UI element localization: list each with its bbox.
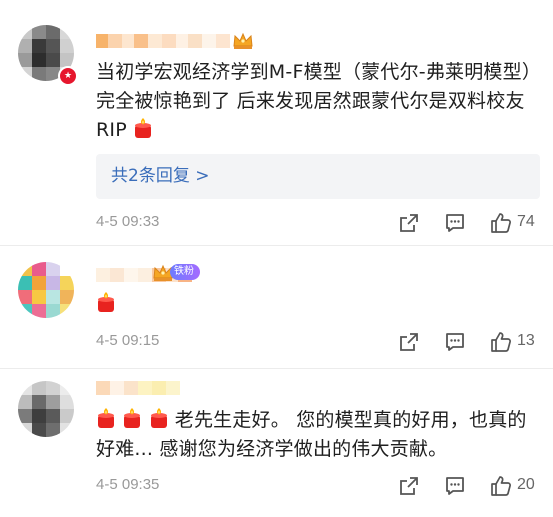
- candle-emoji-icon: [96, 407, 116, 429]
- comment-item: 铁粉 4-5 09:15 13: [0, 246, 553, 368]
- comment-text: [96, 290, 541, 319]
- timestamp: 4-5 09:33: [96, 213, 160, 230]
- like-count: 74: [517, 213, 535, 230]
- share-icon[interactable]: [398, 212, 420, 234]
- like-icon[interactable]: [490, 212, 512, 234]
- timestamp: 4-5 09:15: [96, 332, 160, 349]
- share-icon[interactable]: [398, 475, 420, 497]
- username[interactable]: [96, 381, 180, 395]
- avatar[interactable]: [18, 381, 74, 437]
- like-icon[interactable]: [490, 475, 512, 497]
- avatar[interactable]: [18, 262, 74, 318]
- candle-emoji-icon: [133, 117, 153, 139]
- view-replies-link[interactable]: 共2条回复 >: [96, 154, 540, 199]
- comment-icon[interactable]: [444, 475, 466, 497]
- comment-text: 老先生走好。 您的模型真的好用，也真的好难... 感谢您为经济学做出的伟大贡献。: [96, 407, 527, 460]
- like-icon[interactable]: [490, 331, 512, 353]
- share-icon[interactable]: [398, 331, 420, 353]
- comment-icon[interactable]: [444, 331, 466, 353]
- crown-icon: [232, 31, 254, 51]
- comment-icon[interactable]: [444, 212, 466, 234]
- comment-item: ★ 当初学宏观经济学到M-F模型（蒙代尔-弗莱明模型）完全被惊艳到了 后来发现居…: [0, 0, 553, 245]
- comment-text: 当初学宏观经济学到M-F模型（蒙代尔-弗莱明模型）完全被惊艳到了 后来发现居然跟…: [96, 61, 532, 141]
- username[interactable]: [96, 34, 230, 48]
- comment-item: 老先生走好。 您的模型真的好用，也真的好难... 感谢您为经济学做出的伟大贡献。…: [0, 369, 553, 517]
- like-count: 13: [517, 332, 535, 349]
- timestamp: 4-5 09:35: [96, 476, 160, 493]
- verified-icon: ★: [58, 66, 78, 86]
- fan-badge: 铁粉: [170, 264, 200, 280]
- like-count: 20: [517, 476, 535, 493]
- candle-emoji-icon: [122, 407, 142, 429]
- candle-emoji-icon: [149, 407, 169, 429]
- candle-emoji-icon: [96, 291, 116, 313]
